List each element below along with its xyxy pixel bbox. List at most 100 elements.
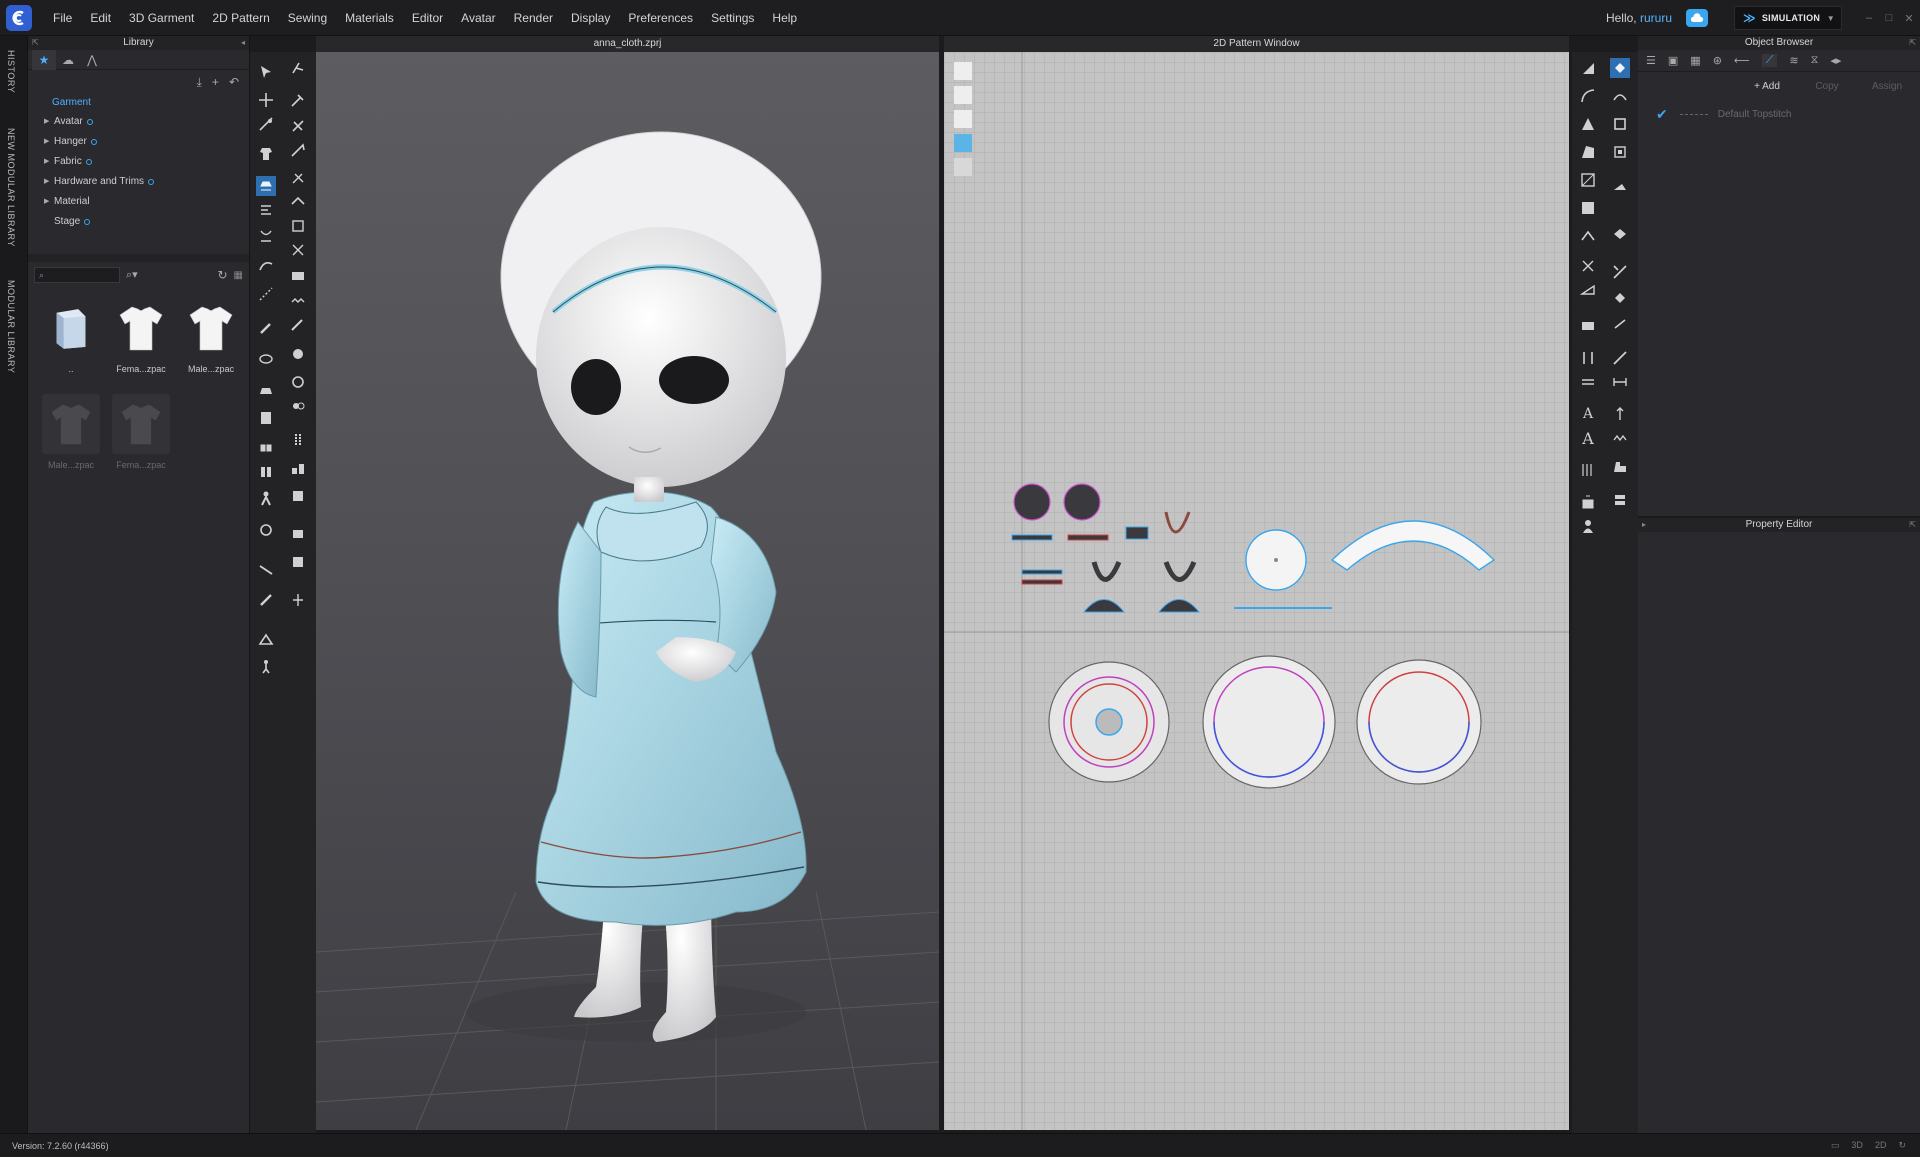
grid-pattern-icon[interactable] [1578, 198, 1598, 218]
measure-icon[interactable] [1610, 404, 1630, 424]
stack-icon[interactable] [1610, 490, 1630, 510]
app-logo-icon[interactable] [6, 4, 32, 31]
expand-arrow-icon[interactable]: ▶ [44, 152, 54, 172]
fabric-block-icon[interactable] [288, 522, 308, 542]
menu-help[interactable]: Help [763, 0, 806, 36]
view-3d-button[interactable]: 3D [1851, 1140, 1863, 1151]
avatar-hanger-icon[interactable] [256, 520, 276, 540]
expand-arrow-icon[interactable]: ▶ [44, 192, 54, 212]
pin-box-icon[interactable] [288, 116, 308, 136]
menu-file[interactable]: File [44, 0, 81, 36]
annotation-icon[interactable]: A [1578, 404, 1598, 424]
minimize-icon[interactable]: – [1860, 12, 1878, 24]
puckering-icon[interactable] [288, 292, 308, 312]
grading-icon[interactable] [1578, 460, 1598, 480]
menu-editor[interactable]: Editor [403, 0, 452, 36]
measure-length-icon[interactable] [1578, 372, 1598, 392]
fold-arrangement-icon[interactable] [288, 58, 308, 78]
grid-view-icon[interactable]: ▦ [234, 270, 243, 281]
list-icon[interactable]: ☰ [1646, 54, 1656, 67]
tree-item-hanger[interactable]: ▶ Hanger [44, 132, 249, 152]
tree-root-garment[interactable]: Garment [44, 94, 249, 112]
file-item-male-tshirt-dark[interactable]: Male...zpac [36, 394, 106, 484]
internal-polygon-icon[interactable] [1578, 142, 1598, 162]
tree-item-material[interactable]: ▶ Material [44, 192, 249, 212]
strengthen-icon[interactable] [288, 192, 308, 212]
edit-curvature-icon[interactable] [1578, 86, 1598, 106]
simulation-mode-dropdown[interactable]: ≫ SIMULATION ▼ [1734, 6, 1842, 30]
view-2d-button[interactable]: 2D [1875, 1140, 1887, 1151]
circle-tool-icon[interactable] [1610, 142, 1630, 162]
fasten-icon[interactable] [288, 396, 308, 416]
zipper-icon[interactable] [256, 408, 276, 428]
menu-edit[interactable]: Edit [81, 0, 120, 36]
undock-icon[interactable]: ⇱ [32, 36, 39, 50]
arrow-tool-icon[interactable] [256, 560, 276, 580]
menu-render[interactable]: Render [505, 0, 562, 36]
download-icon[interactable]: ⤓ [197, 75, 202, 90]
tape-measure-icon[interactable] [256, 590, 276, 610]
maximize-icon[interactable]: □ [1880, 12, 1898, 24]
notch-icon[interactable] [1578, 280, 1598, 300]
undock-icon[interactable]: ⇱ [1909, 518, 1916, 532]
menu-sewing[interactable]: Sewing [279, 0, 336, 36]
select-move-icon[interactable] [256, 62, 276, 82]
avatar-2d-icon[interactable] [1578, 516, 1598, 536]
pattern-segment-icon[interactable] [1578, 348, 1598, 368]
layer-icon[interactable] [288, 266, 308, 286]
avatar-measure-icon[interactable] [256, 176, 276, 196]
expand-icon[interactable]: ▸ [1642, 518, 1646, 532]
tuck-icon[interactable] [256, 200, 276, 220]
add-icon[interactable]: + [212, 75, 219, 89]
arrangement-icon[interactable] [288, 240, 308, 260]
topstitch-icon[interactable]: ⟋ [1761, 54, 1778, 67]
brush-icon[interactable] [256, 318, 276, 338]
tab-history[interactable]: HISTORY [6, 50, 16, 93]
username[interactable]: rururu [1640, 11, 1672, 25]
file-item-female-tshirt-dark[interactable]: Fema...zpac [106, 394, 176, 484]
hanger-tool-icon[interactable] [256, 630, 276, 650]
menu-2d-pattern[interactable]: 2D Pattern [203, 0, 278, 36]
vlogo-tab-icon[interactable]: ⋀ [80, 50, 104, 70]
cut-icon[interactable] [1578, 256, 1598, 276]
fold-line-icon[interactable] [1578, 316, 1598, 336]
buttonhole-icon[interactable] [288, 372, 308, 392]
filter-search-icon[interactable]: ⌕▾ [126, 268, 138, 282]
tree-item-stage[interactable]: Stage [44, 212, 249, 232]
lasso-icon[interactable] [256, 350, 276, 370]
expand-arrow-icon[interactable]: ▶ [44, 112, 54, 132]
pattern-window[interactable] [944, 52, 1569, 1130]
shrinkage-icon[interactable] [288, 216, 308, 236]
fabric-icon[interactable]: ▣ [1668, 54, 1678, 67]
free-sew-2d-icon[interactable] [1610, 288, 1630, 308]
expand-arrow-icon[interactable]: ▶ [44, 172, 54, 192]
menu-display[interactable]: Display [562, 0, 619, 36]
trim-icon[interactable] [256, 462, 276, 482]
texture-block-icon[interactable] [288, 552, 308, 572]
avatar-pose-icon[interactable] [256, 488, 276, 508]
gift-icon[interactable] [256, 436, 276, 456]
text-icon[interactable]: A [1578, 428, 1598, 448]
hanger-2d-icon[interactable] [1578, 492, 1598, 512]
file-item-male-tshirt[interactable]: Male...zpac [176, 298, 246, 388]
sync-icon[interactable]: ↻ [1898, 1140, 1906, 1151]
tab-modular-library[interactable]: MODULAR LIBRARY [6, 280, 16, 373]
ruler-icon[interactable] [288, 316, 308, 336]
collapse-icon[interactable]: ◂ [241, 36, 245, 50]
zipper-slider-icon[interactable] [288, 430, 308, 450]
edit-pattern-3d-icon[interactable] [256, 114, 276, 134]
cloud-tab-icon[interactable]: ☁ [56, 50, 80, 70]
seam-allowance-icon[interactable] [1610, 314, 1630, 334]
button-icon[interactable] [288, 344, 308, 364]
add-button[interactable]: + Add [1740, 79, 1794, 95]
undock-icon[interactable]: ⇱ [1909, 36, 1916, 50]
tree-item-hardware-trims[interactable]: ▶ Hardware and Trims [44, 172, 249, 192]
texture-pattern-icon[interactable] [1578, 226, 1598, 246]
sewing-pattern-icon[interactable] [1610, 262, 1630, 282]
stage-icon[interactable] [288, 458, 308, 478]
move-icon[interactable] [256, 90, 276, 110]
pose-figure-icon[interactable] [256, 656, 276, 676]
button-list-icon[interactable]: ⊛ [1713, 54, 1722, 67]
file-item-folder[interactable]: .. [36, 298, 106, 388]
file-item-female-tshirt[interactable]: Fema...zpac [106, 298, 176, 388]
